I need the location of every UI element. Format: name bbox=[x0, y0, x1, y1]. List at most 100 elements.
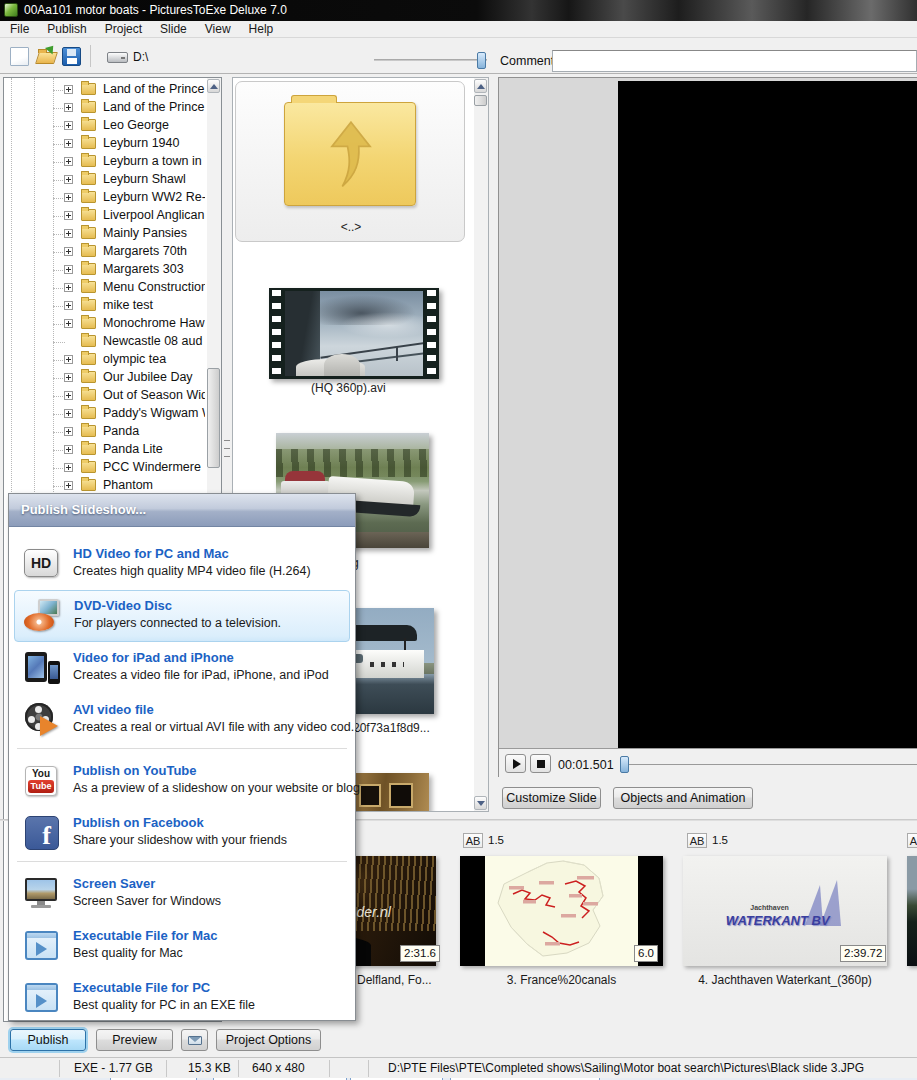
expand-icon[interactable] bbox=[64, 445, 73, 454]
files-scroll-up-icon[interactable] bbox=[474, 79, 487, 93]
expand-icon[interactable] bbox=[64, 373, 73, 382]
comment-input[interactable] bbox=[552, 50, 917, 72]
publish-option-executable-file-for-mac[interactable]: Executable File for MacBest quality for … bbox=[9, 920, 355, 972]
expand-icon[interactable] bbox=[64, 229, 73, 238]
menu-project[interactable]: Project bbox=[96, 21, 151, 38]
expand-icon[interactable] bbox=[64, 85, 73, 94]
menu-slide[interactable]: Slide bbox=[151, 21, 196, 38]
expand-icon[interactable] bbox=[64, 175, 73, 184]
publish-option-video-for-ipad-and-iphone[interactable]: Video for iPad and iPhoneCreates a video… bbox=[9, 642, 355, 694]
transition-ab-badge[interactable]: AB bbox=[687, 833, 707, 848]
expand-icon[interactable] bbox=[64, 481, 73, 490]
expand-icon[interactable] bbox=[64, 355, 73, 364]
expand-icon[interactable] bbox=[64, 247, 73, 256]
expand-icon[interactable] bbox=[64, 427, 73, 436]
menu-publish[interactable]: Publish bbox=[38, 21, 95, 38]
files-scroll-down-icon[interactable] bbox=[474, 796, 487, 810]
tree-item[interactable]: Land of the Prince I bbox=[4, 99, 205, 117]
tree-item[interactable]: Menu Construction bbox=[4, 279, 205, 297]
publish-option-screen-saver[interactable]: Screen SaverScreen Saver for Windows bbox=[9, 868, 355, 920]
seek-slider-track[interactable] bbox=[627, 764, 917, 765]
tree-item[interactable]: Margarets 303 bbox=[4, 261, 205, 279]
menu-help[interactable]: Help bbox=[240, 21, 283, 38]
expand-icon[interactable] bbox=[64, 301, 73, 310]
publish-option-avi-video-file[interactable]: AVI video fileCreates a real or virtual … bbox=[9, 694, 355, 746]
timeline-slide-4[interactable] bbox=[907, 856, 917, 966]
expand-icon[interactable] bbox=[64, 283, 73, 292]
panel-splitter[interactable] bbox=[224, 437, 230, 463]
tree-item[interactable]: Leyburn a town in V bbox=[4, 153, 205, 171]
facebook-icon: f bbox=[23, 814, 61, 852]
tree-item[interactable]: PCC Windermere bbox=[4, 459, 205, 477]
expand-icon[interactable] bbox=[64, 211, 73, 220]
tree-scrollbar-thumb[interactable] bbox=[207, 368, 220, 468]
menu-file[interactable]: File bbox=[1, 21, 38, 38]
tree-item[interactable]: Monochrome Haw bbox=[4, 315, 205, 333]
expand-icon[interactable] bbox=[64, 265, 73, 274]
objects-animation-button[interactable]: Objects and Animation bbox=[613, 787, 753, 809]
tree-item[interactable]: Leyburn WW2 Re-e bbox=[4, 189, 205, 207]
publish-button[interactable]: Publish bbox=[10, 1029, 86, 1051]
parent-folder-item[interactable]: <..> bbox=[235, 81, 465, 242]
tree-item-label: Panda Lite bbox=[103, 442, 163, 456]
seek-slider-thumb[interactable] bbox=[620, 756, 629, 773]
publish-option-dvd-video-disc[interactable]: DVD-Video DiscFor players connected to a… bbox=[14, 590, 350, 642]
files-scrollbar-thumb[interactable] bbox=[474, 95, 487, 106]
publish-option-executable-file-for-pc[interactable]: Executable File for PCBest quality for P… bbox=[9, 972, 355, 1024]
files-scrollbar[interactable] bbox=[474, 78, 488, 811]
preview-button[interactable]: Preview bbox=[96, 1029, 173, 1051]
publish-option-publish-on-youtube[interactable]: YouTubePublish on YouTubeAs a preview of… bbox=[9, 755, 355, 807]
slide-duration-badge: 2:39.72 bbox=[840, 945, 886, 962]
menu-separator bbox=[17, 861, 347, 862]
email-button[interactable] bbox=[181, 1029, 208, 1051]
toolbar-separator bbox=[90, 45, 91, 67]
tree-item[interactable]: Panda Lite bbox=[4, 441, 205, 459]
expand-icon[interactable] bbox=[64, 391, 73, 400]
photo-label-2: 20f73a1f8d9... bbox=[353, 721, 430, 735]
tree-item[interactable]: Paddy's Wigwam W bbox=[4, 405, 205, 423]
tree-item[interactable]: Mainly Pansies bbox=[4, 225, 205, 243]
tree-item[interactable]: mike test bbox=[4, 297, 205, 315]
project-options-button[interactable]: Project Options bbox=[216, 1029, 321, 1051]
play-button[interactable] bbox=[505, 754, 526, 773]
tree-item[interactable]: Leo George bbox=[4, 117, 205, 135]
tree-item[interactable]: Leyburn 1940 bbox=[4, 135, 205, 153]
drive-label[interactable]: D:\ bbox=[133, 50, 148, 64]
statusbar: EXE - 1.77 GB 15.3 KB 640 x 480 D:\PTE F… bbox=[0, 1057, 917, 1078]
tree-item[interactable]: Liverpool Anglican bbox=[4, 207, 205, 225]
expand-icon[interactable] bbox=[64, 157, 73, 166]
tree-item[interactable]: Out of Season Wide bbox=[4, 387, 205, 405]
tree-item-label: Land of the Prince I bbox=[103, 100, 205, 114]
publish-option-publish-on-facebook[interactable]: fPublish on FacebookShare your slideshow… bbox=[9, 807, 355, 859]
expand-icon[interactable] bbox=[64, 193, 73, 202]
video-file-thumbnail[interactable] bbox=[269, 288, 439, 379]
expand-icon[interactable] bbox=[64, 139, 73, 148]
tree-item[interactable]: Land of the Prince I bbox=[4, 81, 205, 99]
thumbnail-size-slider-track[interactable] bbox=[374, 59, 487, 61]
tree-item[interactable]: Leyburn Shawl bbox=[4, 171, 205, 189]
publish-option-hd-video-for-pc-and-mac[interactable]: HDHD Video for PC and MacCreates high qu… bbox=[9, 538, 355, 590]
menu-view[interactable]: View bbox=[196, 21, 240, 38]
expand-icon[interactable] bbox=[64, 103, 73, 112]
transition-ab-badge[interactable]: AB bbox=[907, 833, 917, 848]
expand-icon[interactable] bbox=[64, 409, 73, 418]
tree-item[interactable]: Panda bbox=[4, 423, 205, 441]
expand-icon[interactable] bbox=[64, 319, 73, 328]
expand-icon[interactable] bbox=[64, 463, 73, 472]
tree-item[interactable]: Margarets 70th bbox=[4, 243, 205, 261]
timeline-slide-2[interactable] bbox=[460, 856, 663, 966]
stop-button[interactable] bbox=[530, 754, 551, 773]
photo-thumbnail-3[interactable] bbox=[354, 773, 429, 812]
new-project-icon[interactable] bbox=[10, 47, 29, 66]
open-project-icon[interactable] bbox=[37, 47, 56, 66]
drive-icon[interactable] bbox=[107, 52, 128, 63]
customize-slide-button[interactable]: Customize Slide bbox=[502, 787, 601, 809]
save-project-icon[interactable] bbox=[62, 47, 81, 66]
tree-scroll-up-icon[interactable] bbox=[207, 79, 220, 93]
tree-item[interactable]: Our Jubilee Day bbox=[4, 369, 205, 387]
transition-ab-badge[interactable]: AB bbox=[463, 833, 483, 848]
tree-item[interactable]: Newcastle 08 aud bbox=[4, 333, 205, 351]
tree-item[interactable]: olympic tea bbox=[4, 351, 205, 369]
thumbnail-size-slider-thumb[interactable] bbox=[477, 52, 486, 69]
expand-icon[interactable] bbox=[64, 121, 73, 130]
